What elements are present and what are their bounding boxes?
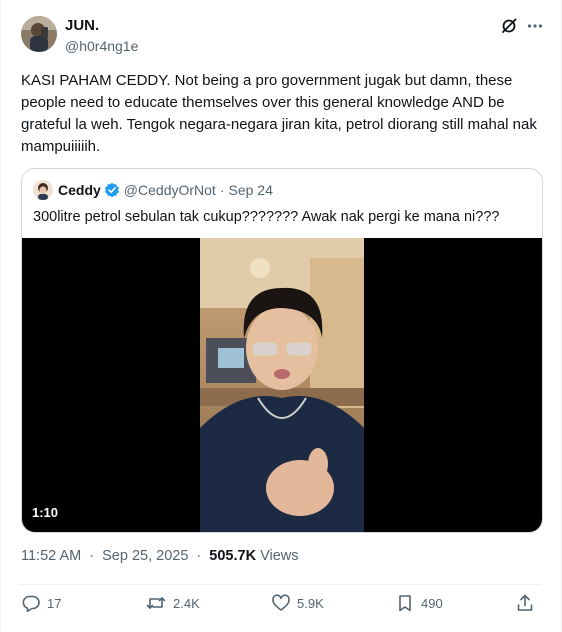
tweet-time[interactable]: 11:52 AM	[21, 548, 81, 564]
meta-dot: ·	[196, 548, 202, 564]
quoted-video[interactable]: 1:10	[22, 238, 542, 532]
grok-icon[interactable]	[499, 16, 519, 36]
tweet-header: JUN. @h0r4ng1e	[21, 14, 545, 58]
quoted-date[interactable]: Sep 24	[229, 182, 273, 198]
author-avatar[interactable]	[21, 16, 57, 52]
quoted-handle[interactable]: @CeddyOrNot	[124, 182, 216, 198]
views-count[interactable]: 505.7K	[209, 548, 256, 564]
video-duration: 1:10	[32, 505, 59, 520]
meta-dot: ·	[89, 548, 95, 564]
verified-badge-icon	[104, 182, 120, 198]
share-button[interactable]	[515, 593, 541, 613]
quoted-text: 300litre petrol sebulan tak cukup???????…	[33, 209, 500, 225]
quoted-separator: ·	[219, 182, 225, 198]
heart-icon	[272, 594, 290, 611]
tweet-card: JUN. @h0r4ng1e KASI PAHAM CEDDY. Not bei…	[0, 0, 562, 632]
quoted-display-name[interactable]: Ceddy	[58, 182, 101, 198]
like-button[interactable]: 5.9K	[271, 593, 324, 613]
reply-button[interactable]: 17	[21, 593, 61, 613]
reply-icon	[22, 595, 40, 612]
tweet-date[interactable]: Sep 25, 2025	[102, 548, 188, 564]
author-handle[interactable]: @h0r4ng1e	[65, 37, 138, 55]
tweet-meta: 11:52 AM · Sep 25, 2025 · 505.7K Views	[21, 548, 299, 564]
quoted-avatar[interactable]	[33, 180, 53, 200]
like-count: 5.9K	[297, 595, 324, 611]
bookmark-icon	[399, 595, 411, 612]
share-icon	[517, 594, 533, 611]
repost-count: 2.4K	[173, 595, 200, 611]
repost-icon	[146, 597, 166, 609]
header-icons	[499, 16, 545, 36]
action-bar: 17 2.4K 5.9K 490	[19, 584, 541, 620]
author-names: JUN. @h0r4ng1e	[65, 17, 138, 55]
tweet-text: KASI PAHAM CEDDY. Not being a pro govern…	[21, 72, 537, 155]
views-label: Views	[260, 548, 299, 564]
reply-count: 17	[47, 595, 62, 611]
video-thumbnail	[200, 238, 364, 532]
quoted-header: Ceddy @CeddyOrNot · Sep 24	[33, 180, 273, 200]
more-icon[interactable]	[525, 16, 545, 36]
author-display-name[interactable]: JUN.	[65, 17, 138, 35]
quoted-tweet[interactable]: Ceddy @CeddyOrNot · Sep 24 300litre petr…	[21, 168, 543, 533]
bookmark-button[interactable]: 490	[395, 593, 443, 613]
bookmark-count: 490	[421, 595, 443, 611]
repost-button[interactable]: 2.4K	[145, 593, 200, 613]
